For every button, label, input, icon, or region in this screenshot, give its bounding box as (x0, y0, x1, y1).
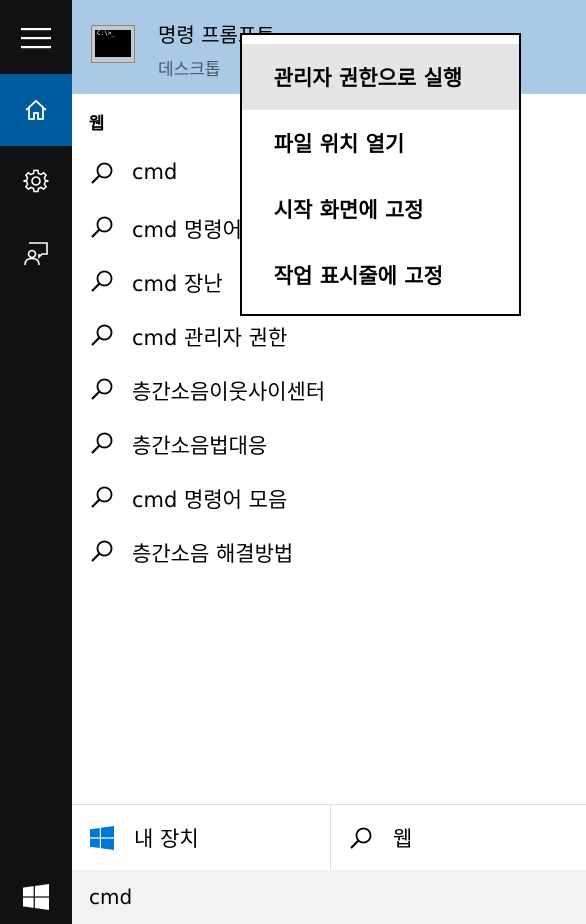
web-result-item[interactable]: 층간소음 해결방법 (72, 524, 586, 578)
web-filter-label: 웹 (393, 827, 413, 851)
web-result-label: cmd 관리자 권한 (132, 326, 288, 350)
hamburger-menu-icon (21, 28, 51, 49)
web-result-label: cmd (132, 160, 178, 184)
command-prompt-icon: C:\>_ (91, 25, 135, 63)
menu-item-open-file-location[interactable]: 파일 위치 열기 (242, 110, 519, 176)
web-section-header: 웹 (89, 114, 105, 134)
windows-logo-icon (90, 826, 114, 850)
web-result-item[interactable]: 층간소음법대응 (72, 416, 586, 470)
home-button[interactable] (0, 74, 72, 146)
web-result-item[interactable]: cmd 관리자 권한 (72, 308, 586, 362)
web-result-item[interactable]: cmd 명령어 모음 (72, 470, 586, 524)
gear-icon (23, 169, 49, 193)
search-icon (91, 378, 113, 400)
web-result-label: cmd 명령어 (132, 218, 242, 242)
search-icon (91, 162, 113, 184)
web-result-label: 층간소음이웃사이센터 (132, 380, 326, 404)
search-icon (91, 216, 113, 238)
taskbar (0, 870, 586, 924)
menu-item-run-as-admin[interactable]: 관리자 권한으로 실행 (242, 44, 519, 110)
search-icon (91, 540, 113, 562)
web-result-label: 층간소음 해결방법 (132, 542, 294, 566)
my-device-filter-button[interactable]: 내 장치 (72, 805, 330, 871)
feedback-button[interactable] (0, 218, 72, 290)
feedback-icon (24, 242, 48, 266)
hamburger-menu-button[interactable] (0, 2, 72, 74)
web-filter-button[interactable]: 웹 (330, 805, 586, 871)
left-rail (0, 0, 72, 870)
context-menu: 관리자 권한으로 실행 파일 위치 열기 시작 화면에 고정 작업 표시줄에 고… (240, 33, 521, 316)
search-icon (350, 827, 372, 849)
menu-item-pin-to-taskbar[interactable]: 작업 표시줄에 고정 (242, 242, 519, 308)
best-match-subtitle: 데스크톱 (158, 60, 221, 80)
search-icon (91, 432, 113, 454)
search-icon (91, 324, 113, 346)
search-icon (91, 486, 113, 508)
search-filter-bar: 내 장치 웹 (72, 804, 586, 871)
windows-logo-icon (23, 884, 49, 910)
my-device-filter-label: 내 장치 (134, 827, 199, 851)
menu-item-pin-to-start[interactable]: 시작 화면에 고정 (242, 176, 519, 242)
web-result-label: 층간소음법대응 (132, 434, 268, 458)
web-result-item[interactable]: 층간소음이웃사이센터 (72, 362, 586, 416)
settings-button[interactable] (0, 145, 72, 217)
web-result-label: cmd 명령어 모음 (132, 488, 288, 512)
home-icon (25, 99, 47, 120)
search-icon (91, 270, 113, 292)
command-prompt-icon-screen: C:\>_ (95, 30, 131, 57)
results-panel: C:\>_ 명령 프롬프트 데스크톱 웹 cmd cmd 명령어 cmd 장난 … (72, 0, 586, 870)
search-input[interactable] (89, 885, 559, 909)
start-search-window: C:\>_ 명령 프롬프트 데스크톱 웹 cmd cmd 명령어 cmd 장난 … (0, 0, 586, 924)
start-button[interactable] (0, 870, 72, 924)
taskbar-search-box (72, 870, 586, 924)
web-result-label: cmd 장난 (132, 272, 223, 296)
